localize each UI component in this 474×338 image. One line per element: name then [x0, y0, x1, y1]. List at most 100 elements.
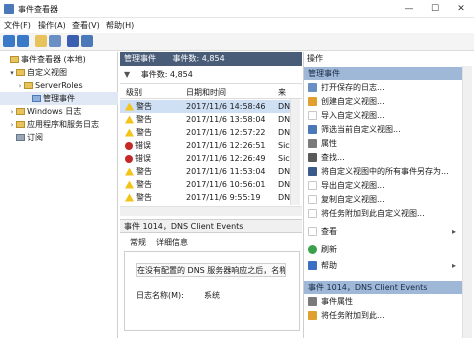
action-view[interactable]: 查看 ▸ — [304, 225, 462, 238]
tree-item-server-roles[interactable]: › ServerRoles — [0, 79, 118, 92]
section-label: 事件 1014，DNS Client Events — [308, 283, 428, 292]
actions-section-admin-events[interactable]: 管理事件 — [304, 67, 462, 80]
tree-label: 订阅 — [27, 133, 43, 142]
table-row[interactable]: 警告 2017/11/6 12:57:22 DN — [120, 126, 290, 139]
error-icon — [125, 154, 133, 163]
refresh-icon — [308, 245, 317, 254]
import-icon — [308, 111, 317, 120]
action-open-saved-log[interactable]: 打开保存的日志... — [304, 81, 462, 94]
tree-item-event-viewer-local[interactable]: 事件查看器 (本地) — [0, 53, 118, 66]
events-pane-title: 管理事件 — [124, 54, 156, 63]
menu-action[interactable]: 操作(A) — [38, 20, 66, 31]
close-button[interactable]: ✕ — [448, 0, 474, 18]
action-attach-task[interactable]: 将任务附加到此自定义视图... — [304, 207, 462, 220]
event-properties-icon — [308, 297, 317, 306]
tree-item-subscriptions[interactable]: 订阅 — [0, 131, 118, 144]
column-level[interactable]: 级别 — [126, 86, 142, 99]
menu-file[interactable]: 文件(F) — [4, 20, 31, 31]
filter-create-icon — [308, 97, 317, 106]
event-message[interactable]: 在没有配置的 DNS 服务器响应之后，名称 w — [136, 263, 286, 277]
table-row[interactable]: 错误 2017/11/6 12:26:51 Sic — [120, 139, 290, 152]
row-source: DN — [278, 193, 290, 202]
actions-scrollbar[interactable] — [462, 66, 472, 338]
action-find[interactable]: 查找... — [304, 151, 462, 164]
filter-count: 事件数: 4,854 — [140, 70, 193, 79]
tree-label: 管理事件 — [43, 94, 75, 103]
tab-details[interactable]: 详细信息 — [156, 236, 188, 250]
action-label: 导入自定义视图... — [321, 111, 385, 120]
action-save-all-events[interactable]: 将自定义视图中的所有事件另存为... — [304, 165, 462, 178]
filter-bar: ▼ 事件数: 4,854 — [120, 66, 302, 84]
action-filter-current-view[interactable]: 筛选当前自定义视图... — [304, 123, 462, 136]
action-copy-custom-view[interactable]: 复制自定义视图... — [304, 193, 462, 206]
submenu-arrow-icon: ▸ — [451, 227, 456, 236]
action-create-custom-view[interactable]: 创建自定义视图... — [304, 95, 462, 108]
row-source: DN — [278, 180, 290, 189]
row-source: Sic — [278, 154, 290, 163]
console-tree-icon[interactable] — [49, 35, 61, 47]
row-level: 警告 — [136, 102, 152, 111]
attach-task-icon — [308, 209, 317, 218]
help-icon[interactable] — [67, 35, 79, 47]
menu-view[interactable]: 查看(V) — [72, 20, 100, 31]
window-title: 事件查看器 — [18, 5, 58, 14]
event-detail-header: 事件 1014，DNS Client Events — [120, 219, 302, 233]
row-date: 2017/11/6 13:58:04 — [186, 115, 266, 124]
events-vertical-scrollbar[interactable] — [290, 99, 300, 205]
table-row[interactable]: 警告 2017/11/6 10:56:01 DN — [120, 178, 290, 191]
action-help[interactable]: 帮助 ▸ — [304, 259, 462, 272]
action-label: 查找... — [321, 153, 345, 162]
tree-item-windows-logs[interactable]: › Windows 日志 — [0, 105, 118, 118]
row-source: Sic — [278, 141, 290, 150]
menu-help[interactable]: 帮助(H) — [106, 20, 134, 31]
row-date: 2017/11/6 12:26:49 — [186, 154, 266, 163]
action-event-properties[interactable]: 事件属性 — [304, 295, 462, 308]
table-row[interactable]: 警告 2017/11/6 11:53:04 DN — [120, 165, 290, 178]
forward-arrow-icon[interactable] — [17, 35, 29, 47]
row-source: DN — [278, 102, 290, 111]
export-icon — [308, 181, 317, 190]
maximize-button[interactable]: ☐ — [422, 0, 448, 18]
row-source: DN — [278, 128, 290, 137]
table-row[interactable]: 警告 2017/11/6 14:58:46 DN — [120, 100, 290, 113]
help-icon — [308, 261, 317, 270]
minimize-button[interactable]: — — [396, 0, 422, 18]
tree-item-administrative-events[interactable]: 管理事件 — [0, 92, 118, 105]
actions-title: 操作 — [304, 52, 474, 66]
action-refresh[interactable]: 刷新 — [304, 243, 462, 256]
column-source[interactable]: 来 — [278, 86, 286, 99]
warning-icon — [125, 102, 134, 111]
action-label: 将任务附加到此... — [321, 311, 385, 320]
tree-item-custom-views[interactable]: ▾ 自定义视图 — [0, 66, 118, 79]
action-import-custom-view[interactable]: 导入自定义视图... — [304, 109, 462, 122]
view-icon — [308, 227, 317, 236]
column-date-time[interactable]: 日期和时间 — [186, 86, 226, 99]
tab-general[interactable]: 常规 — [130, 236, 146, 250]
back-arrow-icon[interactable] — [3, 35, 15, 47]
tree-label: 自定义视图 — [27, 68, 67, 77]
console-icon — [10, 56, 19, 63]
action-label: 属性 — [321, 139, 337, 148]
events-horizontal-scrollbar[interactable] — [120, 206, 302, 216]
actions-section-event[interactable]: 事件 1014，DNS Client Events — [304, 281, 462, 294]
properties-icon — [308, 139, 317, 148]
table-row[interactable]: 错误 2017/11/6 12:26:49 Sic — [120, 152, 290, 165]
events-pane-header: 管理事件 事件数: 4,854 — [120, 52, 302, 66]
row-source: DN — [278, 167, 290, 176]
action-attach-task-to-event[interactable]: 将任务附加到此... — [304, 309, 462, 322]
table-row[interactable]: 警告 2017/11/6 13:58:04 DN — [120, 113, 290, 126]
row-level: 警告 — [136, 128, 152, 137]
row-date: 2017/11/6 10:56:01 — [186, 180, 266, 189]
table-row[interactable]: 警告 2017/11/6 9:55:19 DN — [120, 191, 290, 204]
row-level: 警告 — [136, 180, 152, 189]
action-label: 事件属性 — [321, 297, 353, 306]
action-properties[interactable]: 属性 — [304, 137, 462, 150]
action-export-custom-view[interactable]: 导出自定义视图... — [304, 179, 462, 192]
folder-icon[interactable] — [35, 35, 47, 47]
open-log-icon — [308, 83, 317, 92]
save-icon — [308, 167, 317, 176]
tree-item-apps-services-logs[interactable]: › 应用程序和服务日志 — [0, 118, 118, 131]
show-pane-icon[interactable] — [81, 35, 93, 47]
row-date: 2017/11/6 14:58:46 — [186, 102, 266, 111]
error-icon — [125, 141, 133, 150]
